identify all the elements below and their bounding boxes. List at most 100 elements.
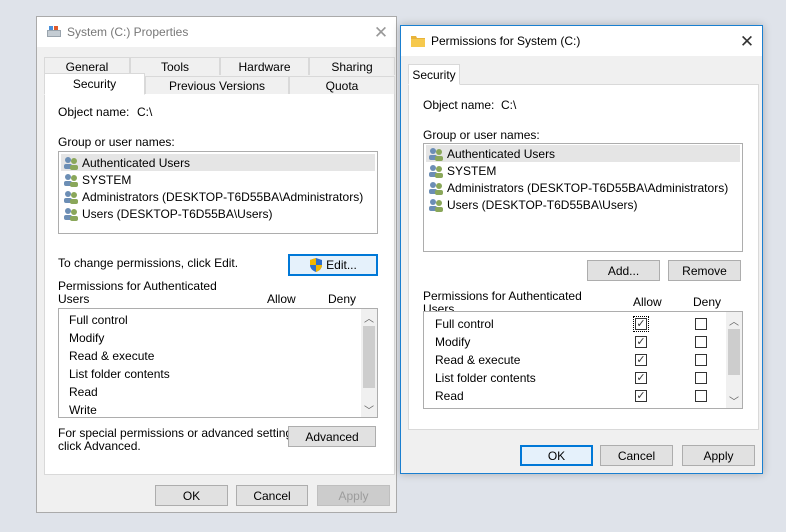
user-list[interactable]: Authenticated Users SYSTEM Administrator… xyxy=(423,143,743,252)
permissions-title: Permissions for System (C:) xyxy=(431,34,581,48)
tab-previous-versions[interactable]: Previous Versions xyxy=(145,76,289,94)
permissions-window: Permissions for System (C:) ✕ Security O… xyxy=(400,25,763,474)
special-permissions-text-line2: click Advanced. xyxy=(58,439,141,453)
properties-tabs-bottom: Security Previous Versions Quota xyxy=(44,73,395,95)
properties-titlebar[interactable]: System (C:) Properties ✕ xyxy=(37,17,396,47)
object-name-label: Object name: xyxy=(423,98,495,112)
properties-security-panel: Object name: C:\ Group or user names: Au… xyxy=(44,93,395,475)
permission-name: Modify xyxy=(69,331,105,345)
deny-column-header: Deny xyxy=(328,292,357,306)
list-item[interactable]: Users (DESKTOP-T6D55BA\Users) xyxy=(426,196,740,213)
properties-ok-button[interactable]: OK xyxy=(155,485,228,506)
permission-name: List folder contents xyxy=(435,371,536,385)
object-name-value: C:\ xyxy=(137,105,153,119)
permissions-apply-button[interactable]: Apply xyxy=(682,445,755,466)
permissions-cancel-button[interactable]: Cancel xyxy=(600,445,673,466)
edit-button[interactable]: Edit... xyxy=(288,254,378,276)
deny-checkbox-full-control[interactable] xyxy=(695,318,707,330)
permission-name: Full control xyxy=(69,313,128,327)
permission-row: Read xyxy=(69,383,98,401)
scroll-up-icon[interactable]: ︿ xyxy=(726,312,742,328)
user-group-icon xyxy=(429,164,443,178)
list-item[interactable]: Administrators (DESKTOP-T6D55BA\Administ… xyxy=(61,188,375,205)
permission-name: Read & execute xyxy=(69,349,155,363)
permissions-for-label-line1: Permissions for Authenticated xyxy=(423,289,582,303)
list-item[interactable]: Users (DESKTOP-T6D55BA\Users) xyxy=(61,205,375,222)
allow-checkbox-read[interactable]: ✓ xyxy=(635,390,647,402)
user-group-icon xyxy=(64,190,78,204)
list-item[interactable]: Authenticated Users xyxy=(61,154,375,171)
permissions-list[interactable]: Full control Modify Read & execute List … xyxy=(58,308,378,418)
permissions-ok-button[interactable]: OK xyxy=(520,445,593,466)
advanced-button[interactable]: Advanced xyxy=(288,426,376,447)
permission-name: Read xyxy=(435,389,464,403)
permission-row: Read xyxy=(435,387,464,405)
folder-icon xyxy=(411,34,425,48)
add-button[interactable]: Add... xyxy=(587,260,660,281)
tab-security[interactable]: Security xyxy=(44,73,145,95)
allow-column-header: Allow xyxy=(267,292,296,306)
allow-checkbox-list-folder[interactable]: ✓ xyxy=(635,372,647,384)
scroll-down-icon[interactable]: ﹀ xyxy=(726,392,742,408)
deny-checkbox-read[interactable] xyxy=(695,390,707,402)
permission-name: Read xyxy=(69,385,98,399)
user-name: SYSTEM xyxy=(82,172,132,187)
permissions-close-button[interactable]: ✕ xyxy=(732,26,762,56)
user-group-icon xyxy=(429,147,443,161)
user-name: Administrators (DESKTOP-T6D55BA\Administ… xyxy=(447,180,729,195)
user-group-icon xyxy=(429,181,443,195)
user-name: Authenticated Users xyxy=(447,146,556,161)
allow-checkbox-partial[interactable] xyxy=(635,408,647,409)
group-names-label: Group or user names: xyxy=(58,135,175,149)
permission-row: Read & execute xyxy=(435,351,520,369)
user-name: Administrators (DESKTOP-T6D55BA\Administ… xyxy=(82,189,364,204)
permission-name: Full control xyxy=(435,317,494,331)
scroll-thumb[interactable] xyxy=(363,326,375,388)
user-name: Users (DESKTOP-T6D55BA\Users) xyxy=(82,206,273,221)
permission-row: Modify xyxy=(69,329,104,347)
allow-checkbox-full-control[interactable]: ✓ xyxy=(633,316,649,332)
properties-title: System (C:) Properties xyxy=(67,25,189,39)
deny-checkbox-list-folder[interactable] xyxy=(695,372,707,384)
drive-icon xyxy=(47,25,61,39)
permissions-security-panel: Object name: C:\ Group or user names: Au… xyxy=(408,84,759,430)
user-group-icon xyxy=(64,207,78,221)
change-permissions-text: To change permissions, click Edit. xyxy=(58,256,239,270)
list-item[interactable]: SYSTEM xyxy=(61,171,375,188)
scroll-down-icon[interactable]: ﹀ xyxy=(361,401,377,417)
properties-close-button[interactable]: ✕ xyxy=(366,17,396,47)
permissions-scrollbar[interactable]: ︿ ﹀ xyxy=(361,309,377,417)
user-group-icon xyxy=(64,156,78,170)
permission-row: Write xyxy=(69,401,97,417)
allow-checkbox-modify[interactable]: ✓ xyxy=(635,336,647,348)
user-name: SYSTEM xyxy=(447,163,497,178)
permissions-for-label-line2: Users xyxy=(58,292,90,306)
permission-name: Read & execute xyxy=(435,353,521,367)
tab-quota[interactable]: Quota xyxy=(289,76,395,94)
permission-name: Modify xyxy=(435,335,471,349)
scroll-thumb[interactable] xyxy=(728,329,740,375)
permissions-list[interactable]: Full control ✓ Modify ✓ Read & execute ✓… xyxy=(423,311,743,409)
remove-button[interactable]: Remove xyxy=(668,260,741,281)
permissions-scrollbar[interactable]: ︿ ﹀ xyxy=(726,312,742,408)
list-item[interactable]: Administrators (DESKTOP-T6D55BA\Administ… xyxy=(426,179,740,196)
tab-security[interactable]: Security xyxy=(408,64,460,85)
object-name-label: Object name: xyxy=(58,105,130,119)
properties-apply-button[interactable]: Apply xyxy=(317,485,390,506)
list-item[interactable]: Authenticated Users xyxy=(426,145,740,162)
user-group-icon xyxy=(64,173,78,187)
permission-row: Full control xyxy=(69,311,128,329)
deny-checkbox-partial[interactable] xyxy=(695,408,707,409)
uac-shield-icon xyxy=(310,258,323,272)
permissions-titlebar[interactable]: Permissions for System (C:) ✕ xyxy=(401,26,762,56)
user-list[interactable]: Authenticated Users SYSTEM Administrator… xyxy=(58,151,378,234)
list-item[interactable]: SYSTEM xyxy=(426,162,740,179)
properties-window: System (C:) Properties ✕ General Tools H… xyxy=(36,16,397,513)
allow-checkbox-read-execute[interactable]: ✓ xyxy=(635,354,647,366)
deny-checkbox-modify[interactable] xyxy=(695,336,707,348)
deny-column-header: Deny xyxy=(693,295,722,309)
permission-row: Read & execute xyxy=(69,347,154,365)
properties-cancel-button[interactable]: Cancel xyxy=(236,485,308,506)
scroll-up-icon[interactable]: ︿ xyxy=(361,309,377,325)
deny-checkbox-read-execute[interactable] xyxy=(695,354,707,366)
